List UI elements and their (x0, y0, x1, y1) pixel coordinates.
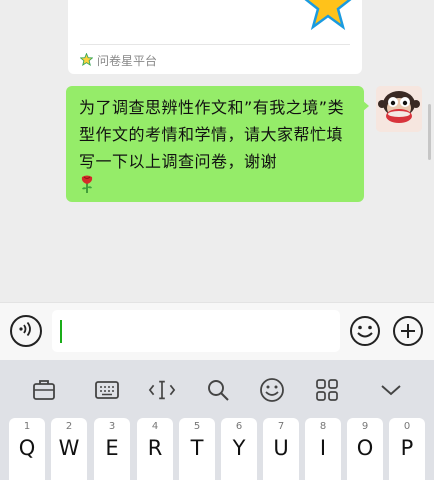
text-cursor (60, 320, 62, 343)
key-number: 5 (193, 421, 201, 432)
key-letter: T (190, 436, 204, 460)
search-icon[interactable] (204, 376, 232, 404)
shared-survey-card[interactable]: 问卷星平台 (68, 0, 362, 74)
card-divider (80, 44, 350, 45)
keyboard: 1Q 2W 3E 4R 5T 6Y 7U 8I 9O 0P (0, 360, 434, 480)
key-w[interactable]: 2W (51, 418, 87, 480)
voice-button[interactable] (10, 315, 42, 347)
key-u[interactable]: 7U (263, 418, 299, 480)
chat-area: 问卷星平台 为了调查思辨性作文和”有我之境”类型作文的考情和学情，请大家帮忙填写… (0, 0, 434, 302)
star-icon (79, 51, 94, 70)
collapse-icon[interactable] (377, 376, 405, 404)
emoji-button[interactable] (349, 315, 381, 347)
clipboard-icon[interactable] (30, 376, 58, 404)
key-e[interactable]: 3E (94, 418, 130, 480)
card-footer: 问卷星平台 (79, 51, 158, 70)
chat-scrollbar[interactable] (428, 104, 431, 160)
key-letter: Q (18, 436, 36, 460)
message-bubble[interactable]: 为了调查思辨性作文和”有我之境”类型作文的考情和学情，请大家帮忙填写一下以上调查… (66, 86, 364, 202)
key-number: 2 (65, 421, 73, 432)
key-number: 4 (151, 421, 159, 432)
keyboard-toolbar (0, 360, 434, 416)
key-p[interactable]: 0P (389, 418, 425, 480)
message-input[interactable] (52, 310, 340, 352)
voice-icon (17, 320, 35, 342)
more-button[interactable] (392, 315, 424, 347)
key-number: 0 (403, 421, 411, 432)
key-number: 7 (277, 421, 285, 432)
avatar[interactable] (376, 86, 422, 132)
input-bar (0, 302, 434, 360)
rose-emoji (79, 174, 352, 198)
plus-icon (392, 316, 424, 351)
key-number: 9 (361, 421, 369, 432)
emoji-icon (349, 316, 381, 351)
key-letter: O (356, 436, 374, 460)
key-r[interactable]: 4R (137, 418, 173, 480)
key-letter: I (319, 436, 327, 460)
key-number: 8 (319, 421, 327, 432)
key-letter: E (105, 436, 119, 460)
key-number: 1 (23, 421, 31, 432)
key-number: 3 (108, 421, 116, 432)
key-number: 6 (235, 421, 243, 432)
key-letter: W (58, 436, 80, 460)
star-graphic (300, 0, 356, 38)
key-i[interactable]: 8I (305, 418, 341, 480)
bubble-tail (362, 100, 369, 112)
cursor-icon[interactable] (148, 376, 176, 404)
key-o[interactable]: 9O (347, 418, 383, 480)
key-t[interactable]: 5T (179, 418, 215, 480)
key-letter: U (273, 436, 289, 460)
grid-icon[interactable] (313, 376, 341, 404)
key-letter: R (147, 436, 163, 460)
card-source-label: 问卷星平台 (97, 54, 158, 68)
keyboard-emoji-icon[interactable] (258, 376, 286, 404)
key-q[interactable]: 1Q (9, 418, 45, 480)
keyboard-icon[interactable] (93, 376, 121, 404)
key-letter: Y (232, 436, 246, 460)
message-text: 为了调查思辨性作文和”有我之境”类型作文的考情和学情，请大家帮忙填写一下以上调查… (79, 98, 345, 171)
key-y[interactable]: 6Y (221, 418, 257, 480)
key-letter: P (400, 436, 414, 460)
